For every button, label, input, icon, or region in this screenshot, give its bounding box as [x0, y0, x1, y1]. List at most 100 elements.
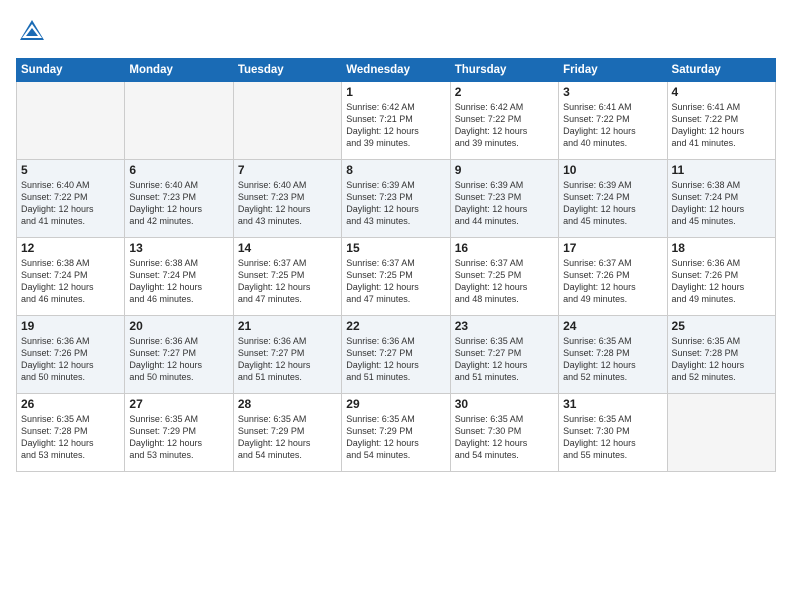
- table-row: [125, 82, 233, 160]
- day-info: Sunrise: 6:35 AM Sunset: 7:28 PM Dayligh…: [672, 335, 771, 384]
- logo: [16, 16, 54, 48]
- col-wednesday: Wednesday: [342, 59, 450, 82]
- day-number: 24: [563, 319, 662, 333]
- header: [16, 16, 776, 48]
- calendar-week-row: 12 Sunrise: 6:38 AM Sunset: 7:24 PM Dayli…: [17, 238, 776, 316]
- day-info: Sunrise: 6:39 AM Sunset: 7:24 PM Dayligh…: [563, 179, 662, 228]
- day-number: 16: [455, 241, 554, 255]
- day-number: 26: [21, 397, 120, 411]
- day-number: 14: [238, 241, 337, 255]
- day-number: 13: [129, 241, 228, 255]
- day-number: 27: [129, 397, 228, 411]
- col-sunday: Sunday: [17, 59, 125, 82]
- day-info: Sunrise: 6:35 AM Sunset: 7:30 PM Dayligh…: [563, 413, 662, 462]
- table-row: 24Sunrise: 6:35 AM Sunset: 7:28 PM Dayli…: [559, 316, 667, 394]
- col-tuesday: Tuesday: [233, 59, 341, 82]
- day-number: 28: [238, 397, 337, 411]
- table-row: 26 Sunrise: 6:35 AM Sunset: 7:28 PM Dayli…: [17, 394, 125, 472]
- day-number: 11: [672, 163, 771, 177]
- day-number: 7: [238, 163, 337, 177]
- day-number: 12: [21, 241, 120, 255]
- day-info: Sunrise: 6:36 AM Sunset: 7:26 PM Dayligh…: [672, 257, 771, 306]
- day-number: 4: [672, 85, 771, 99]
- table-row: 21 Sunrise: 6:36 AM Sunset: 7:27 PM Dayli…: [233, 316, 341, 394]
- day-info: Sunrise: 6:41 AM Sunset: 7:22 PM Dayligh…: [563, 101, 662, 150]
- logo-icon: [16, 16, 48, 48]
- table-row: 12Sunrise: 6:38 AM Sunset: 7:24 PM Dayli…: [17, 238, 125, 316]
- day-info: Sunrise: 6:37 AM Sunset: 7:25 PM Dayligh…: [346, 257, 445, 306]
- day-number: 22: [346, 319, 445, 333]
- day-number: 8: [346, 163, 445, 177]
- table-row: 7 Sunrise: 6:40 AM Sunset: 7:23 PM Daylig…: [233, 160, 341, 238]
- day-info: Sunrise: 6:37 AM Sunset: 7:25 PM Dayligh…: [238, 257, 337, 306]
- day-number: 31: [563, 397, 662, 411]
- table-row: 31 Sunrise: 6:35 AM Sunset: 7:30 PM Dayli…: [559, 394, 667, 472]
- col-saturday: Saturday: [667, 59, 775, 82]
- day-info: Sunrise: 6:40 AM Sunset: 7:23 PM Dayligh…: [238, 179, 337, 228]
- day-info: Sunrise: 6:40 AM Sunset: 7:23 PM Dayligh…: [129, 179, 228, 228]
- table-row: 6 Sunrise: 6:40 AM Sunset: 7:23 PM Daylig…: [125, 160, 233, 238]
- day-info: Sunrise: 6:38 AM Sunset: 7:24 PM Dayligh…: [129, 257, 228, 306]
- col-monday: Monday: [125, 59, 233, 82]
- calendar-week-row: 26 Sunrise: 6:35 AM Sunset: 7:28 PM Dayli…: [17, 394, 776, 472]
- col-friday: Friday: [559, 59, 667, 82]
- col-thursday: Thursday: [450, 59, 558, 82]
- table-row: 17Sunrise: 6:37 AM Sunset: 7:26 PM Dayli…: [559, 238, 667, 316]
- table-row: 25Sunrise: 6:35 AM Sunset: 7:28 PM Dayli…: [667, 316, 775, 394]
- day-info: Sunrise: 6:35 AM Sunset: 7:29 PM Dayligh…: [129, 413, 228, 462]
- day-info: Sunrise: 6:41 AM Sunset: 7:22 PM Dayligh…: [672, 101, 771, 150]
- calendar-header-row: Sunday Monday Tuesday Wednesday Thursday…: [17, 59, 776, 82]
- day-number: 6: [129, 163, 228, 177]
- day-info: Sunrise: 6:35 AM Sunset: 7:29 PM Dayligh…: [346, 413, 445, 462]
- day-info: Sunrise: 6:35 AM Sunset: 7:30 PM Dayligh…: [455, 413, 554, 462]
- day-number: 9: [455, 163, 554, 177]
- table-row: [233, 82, 341, 160]
- day-number: 20: [129, 319, 228, 333]
- calendar-table: Sunday Monday Tuesday Wednesday Thursday…: [16, 58, 776, 472]
- table-row: 3 Sunrise: 6:41 AM Sunset: 7:22 PM Daylig…: [559, 82, 667, 160]
- table-row: 4 Sunrise: 6:41 AM Sunset: 7:22 PM Daylig…: [667, 82, 775, 160]
- day-number: 29: [346, 397, 445, 411]
- calendar-week-row: 1 Sunrise: 6:42 AM Sunset: 7:21 PM Daylig…: [17, 82, 776, 160]
- table-row: 28 Sunrise: 6:35 AM Sunset: 7:29 PM Dayli…: [233, 394, 341, 472]
- day-info: Sunrise: 6:36 AM Sunset: 7:27 PM Dayligh…: [238, 335, 337, 384]
- day-number: 23: [455, 319, 554, 333]
- table-row: 20 Sunrise: 6:36 AM Sunset: 7:27 PM Dayli…: [125, 316, 233, 394]
- day-info: Sunrise: 6:35 AM Sunset: 7:27 PM Dayligh…: [455, 335, 554, 384]
- day-info: Sunrise: 6:38 AM Sunset: 7:24 PM Dayligh…: [672, 179, 771, 228]
- table-row: 29 Sunrise: 6:35 AM Sunset: 7:29 PM Dayli…: [342, 394, 450, 472]
- day-info: Sunrise: 6:39 AM Sunset: 7:23 PM Dayligh…: [455, 179, 554, 228]
- day-info: Sunrise: 6:42 AM Sunset: 7:21 PM Dayligh…: [346, 101, 445, 150]
- day-info: Sunrise: 6:36 AM Sunset: 7:27 PM Dayligh…: [129, 335, 228, 384]
- table-row: 5 Sunrise: 6:40 AM Sunset: 7:22 PM Daylig…: [17, 160, 125, 238]
- table-row: 11 Sunrise: 6:38 AM Sunset: 7:24 PM Dayli…: [667, 160, 775, 238]
- day-info: Sunrise: 6:37 AM Sunset: 7:25 PM Dayligh…: [455, 257, 554, 306]
- table-row: 10Sunrise: 6:39 AM Sunset: 7:24 PM Dayli…: [559, 160, 667, 238]
- day-info: Sunrise: 6:39 AM Sunset: 7:23 PM Dayligh…: [346, 179, 445, 228]
- table-row: 22Sunrise: 6:36 AM Sunset: 7:27 PM Dayli…: [342, 316, 450, 394]
- table-row: 1 Sunrise: 6:42 AM Sunset: 7:21 PM Daylig…: [342, 82, 450, 160]
- table-row: 9 Sunrise: 6:39 AM Sunset: 7:23 PM Daylig…: [450, 160, 558, 238]
- table-row: 19Sunrise: 6:36 AM Sunset: 7:26 PM Dayli…: [17, 316, 125, 394]
- table-row: 18Sunrise: 6:36 AM Sunset: 7:26 PM Dayli…: [667, 238, 775, 316]
- day-info: Sunrise: 6:36 AM Sunset: 7:26 PM Dayligh…: [21, 335, 120, 384]
- table-row: 15Sunrise: 6:37 AM Sunset: 7:25 PM Dayli…: [342, 238, 450, 316]
- day-number: 21: [238, 319, 337, 333]
- day-info: Sunrise: 6:42 AM Sunset: 7:22 PM Dayligh…: [455, 101, 554, 150]
- day-number: 1: [346, 85, 445, 99]
- table-row: [17, 82, 125, 160]
- calendar-week-row: 5 Sunrise: 6:40 AM Sunset: 7:22 PM Daylig…: [17, 160, 776, 238]
- table-row: 16 Sunrise: 6:37 AM Sunset: 7:25 PM Dayli…: [450, 238, 558, 316]
- day-number: 30: [455, 397, 554, 411]
- table-row: 13 Sunrise: 6:38 AM Sunset: 7:24 PM Dayli…: [125, 238, 233, 316]
- table-row: 23 Sunrise: 6:35 AM Sunset: 7:27 PM Dayli…: [450, 316, 558, 394]
- table-row: [667, 394, 775, 472]
- table-row: 2Sunrise: 6:42 AM Sunset: 7:22 PM Daylig…: [450, 82, 558, 160]
- day-info: Sunrise: 6:35 AM Sunset: 7:29 PM Dayligh…: [238, 413, 337, 462]
- day-info: Sunrise: 6:35 AM Sunset: 7:28 PM Dayligh…: [21, 413, 120, 462]
- day-number: 5: [21, 163, 120, 177]
- day-number: 3: [563, 85, 662, 99]
- table-row: 27 Sunrise: 6:35 AM Sunset: 7:29 PM Dayli…: [125, 394, 233, 472]
- day-number: 17: [563, 241, 662, 255]
- day-info: Sunrise: 6:40 AM Sunset: 7:22 PM Dayligh…: [21, 179, 120, 228]
